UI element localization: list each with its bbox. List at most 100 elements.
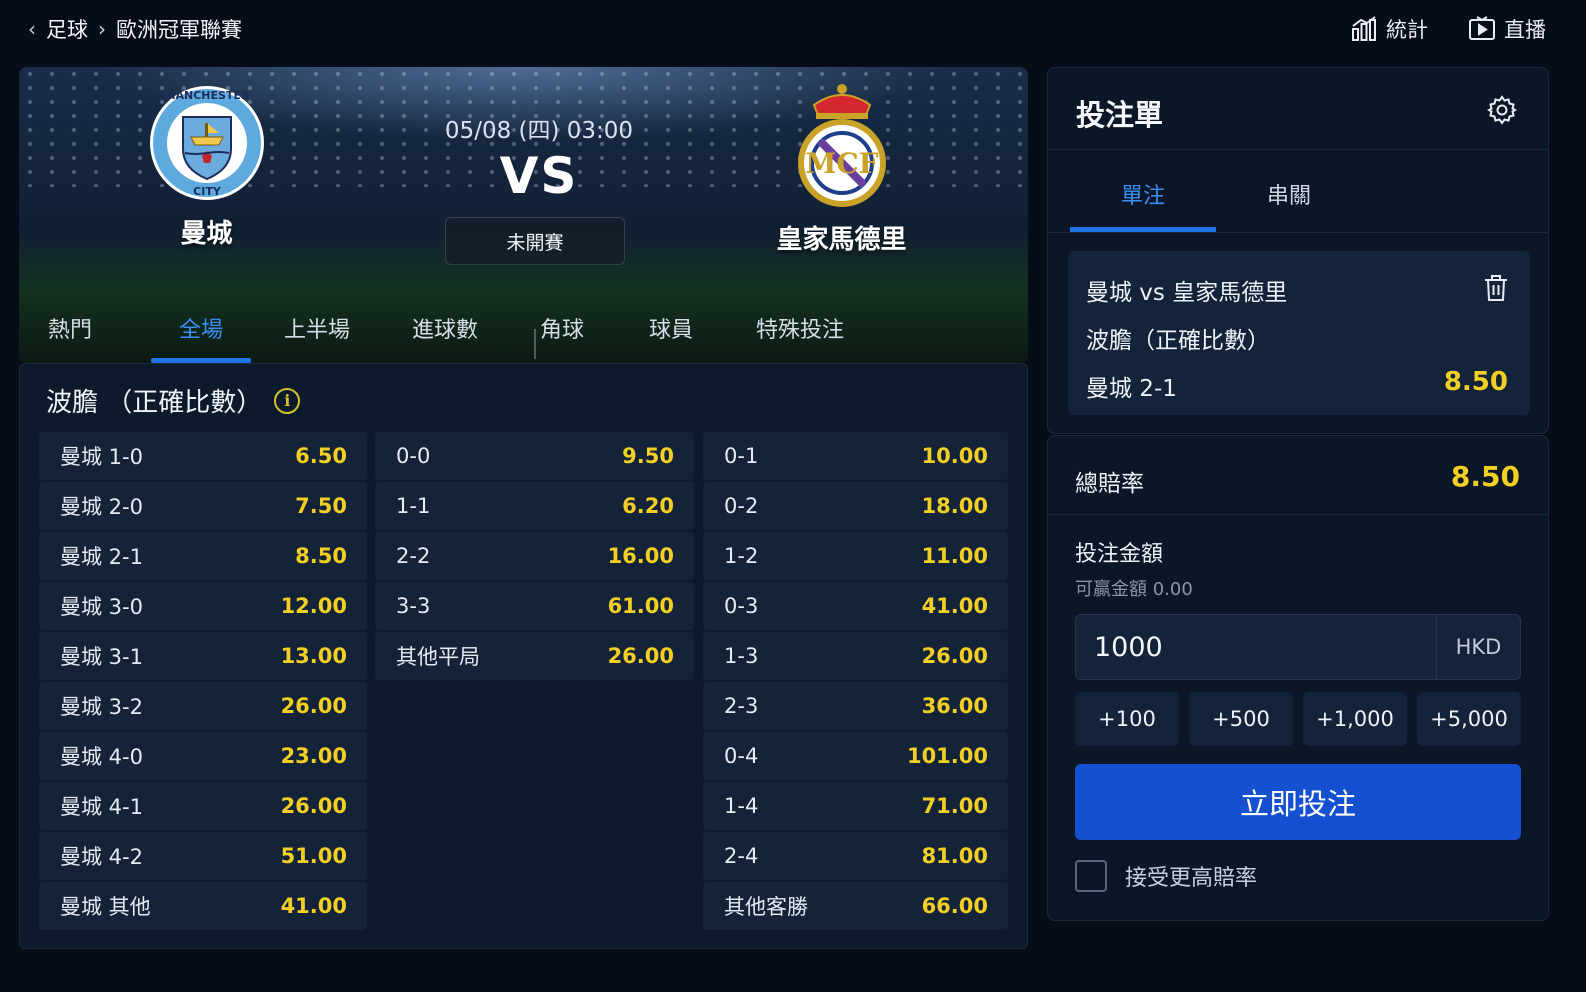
tab-single[interactable]: 單注 [1070,164,1216,232]
selection-label: 曼城 2-0 [60,495,143,519]
odds-button[interactable]: 0-3 41.00 [703,582,1008,630]
odds-button[interactable]: 1-1 6.20 [375,482,694,530]
tab-specials[interactable]: 特殊投注 [752,300,848,363]
manchester-city-crest-icon: MANCHESTER CITY [149,86,264,200]
quick-amounts: +100 +500 +1,000 +5,000 [1075,692,1521,746]
svg-text:MANCHESTER: MANCHESTER [164,89,249,102]
odds-button[interactable]: 0-2 18.00 [703,482,1008,530]
odds-button[interactable]: 其他客勝 66.00 [703,882,1008,930]
tab-parlay[interactable]: 串關 [1216,164,1362,232]
odds-price: 26.00 [607,644,674,668]
stake-label: 投注金額 [1075,542,1164,567]
odds-button[interactable]: 3-3 61.00 [375,582,694,630]
selection-label: 3-3 [396,594,431,618]
odds-button[interactable]: 2-3 36.00 [703,682,1008,730]
quick-amount-button[interactable]: +5,000 [1417,692,1521,746]
selection-label: 曼城 3-0 [60,595,143,619]
chevron-left-icon[interactable]: ‹ [28,17,36,41]
odds-price: 41.00 [921,594,988,618]
selection-label: 1-1 [396,494,431,518]
live-button[interactable]: 直播 [1468,14,1546,44]
market-title: 波膽 （正確比數） i [46,382,301,419]
odds-price: 26.00 [280,694,347,718]
odds-button[interactable]: 0-1 10.00 [703,432,1008,480]
odds-button[interactable]: 曼城 3-1 13.00 [39,632,367,680]
bet-selection-card: 曼城 vs 皇家馬德里 波膽（正確比數） 曼城 2-1 8.50 [1068,251,1530,415]
odds-price: 23.00 [280,744,347,768]
odds-price: 8.50 [295,544,347,568]
stake-input[interactable] [1076,615,1436,679]
odds-button[interactable]: 曼城 2-0 7.50 [39,482,367,530]
stats-button[interactable]: 統計 [1350,14,1428,44]
odds-button[interactable]: 曼城 1-0 6.50 [39,432,367,480]
odds-button[interactable]: 曼城 3-2 26.00 [39,682,367,730]
selection-label: 曼城 4-1 [60,795,143,819]
odds-price: 9.50 [622,444,674,468]
odds-button[interactable]: 1-4 71.00 [703,782,1008,830]
selection-label: 2-4 [724,844,759,868]
tab-hot[interactable]: 熱門 [46,300,94,363]
odds-button[interactable]: 其他平局 26.00 [375,632,694,680]
odds-button[interactable]: 曼城 4-2 51.00 [39,832,367,880]
away-win-column: 0-1 10.00 0-2 18.00 1-2 11.00 0-3 41.00 1-3 2… [703,432,1008,930]
odds-button[interactable]: 1-2 11.00 [703,532,1008,580]
breadcrumb: ‹ 足球 › 歐洲冠軍聯賽 [28,14,242,44]
correct-score-panel: 波膽 （正確比數） i 曼城 1-0 6.50 曼城 2-0 7.50 曼城 2-1… [19,363,1028,949]
odds-button[interactable]: 0-4 101.00 [703,732,1008,780]
tab-first-half[interactable]: 上半場 [281,300,353,363]
accept-higher-odds-label: 接受更高賠率 [1125,866,1258,891]
divider [1048,149,1548,150]
odds-price: 101.00 [906,744,988,768]
real-madrid-crest-icon: MCF [797,84,886,207]
odds-price: 10.00 [921,444,988,468]
vs-label: VS [499,147,579,205]
selection-label: 曼城 4-0 [60,745,143,769]
accept-higher-odds-checkbox[interactable] [1075,860,1107,892]
odds-price: 11.00 [921,544,988,568]
divider [1048,232,1548,233]
odds-button[interactable]: 曼城 其他 41.00 [39,882,367,930]
stats-icon [1352,16,1376,41]
bet-odds: 8.50 [1443,367,1508,397]
odds-button[interactable]: 1-3 26.00 [703,632,1008,680]
stake-input-group: HKD [1075,614,1521,680]
match-status-badge: 未開賽 [445,217,625,265]
tab-full-time[interactable]: 全場 [151,300,251,363]
selection-label: 0-1 [724,444,759,468]
tab-corners[interactable]: 角球 [538,300,586,363]
gear-icon[interactable] [1486,94,1518,126]
odds-button[interactable]: 曼城 3-0 12.00 [39,582,367,630]
odds-price: 51.00 [280,844,347,868]
currency-label: HKD [1436,615,1520,679]
potential-win: 可贏金額 0.00 [1075,579,1193,600]
odds-button[interactable]: 0-0 9.50 [375,432,694,480]
odds-button[interactable]: 2-2 16.00 [375,532,694,580]
place-bet-button[interactable]: 立即投注 [1075,764,1521,840]
odds-button-selected[interactable]: 曼城 2-1 8.50 [39,532,367,580]
odds-button[interactable]: 曼城 4-0 23.00 [39,732,367,780]
selection-label: 曼城 3-1 [60,645,143,669]
selection-label: 0-4 [724,744,759,768]
odds-button[interactable]: 曼城 4-1 26.00 [39,782,367,830]
bet-slip: 投注單 單注 串關 曼城 vs 皇家馬德里 波膽（正確比數） 曼城 2-1 8.… [1047,67,1549,434]
selection-label: 其他客勝 [724,895,808,919]
selection-label: 0-2 [724,494,759,518]
breadcrumb-league: 歐洲冠軍聯賽 [116,18,242,42]
odds-button[interactable]: 2-4 81.00 [703,832,1008,880]
quick-amount-button[interactable]: +100 [1075,692,1179,746]
bet-pick: 曼城 2-1 [1086,376,1177,402]
top-actions: 統計 直播 [1350,14,1546,44]
odds-price: 18.00 [921,494,988,518]
selection-label: 2-3 [724,694,759,718]
quick-amount-button[interactable]: +1,000 [1303,692,1407,746]
breadcrumb-sport[interactable]: 足球 [46,14,88,44]
tab-goals[interactable]: 進球數 [409,300,481,363]
odds-price: 71.00 [921,794,988,818]
tab-players[interactable]: 球員 [647,300,695,363]
quick-amount-button[interactable]: +500 [1189,692,1293,746]
svg-text:MCF: MCF [805,147,878,180]
odds-price: 6.20 [622,494,674,518]
info-icon[interactable]: i [274,387,301,414]
total-odds-label: 總賠率 [1075,471,1144,497]
trash-icon[interactable] [1482,273,1510,303]
